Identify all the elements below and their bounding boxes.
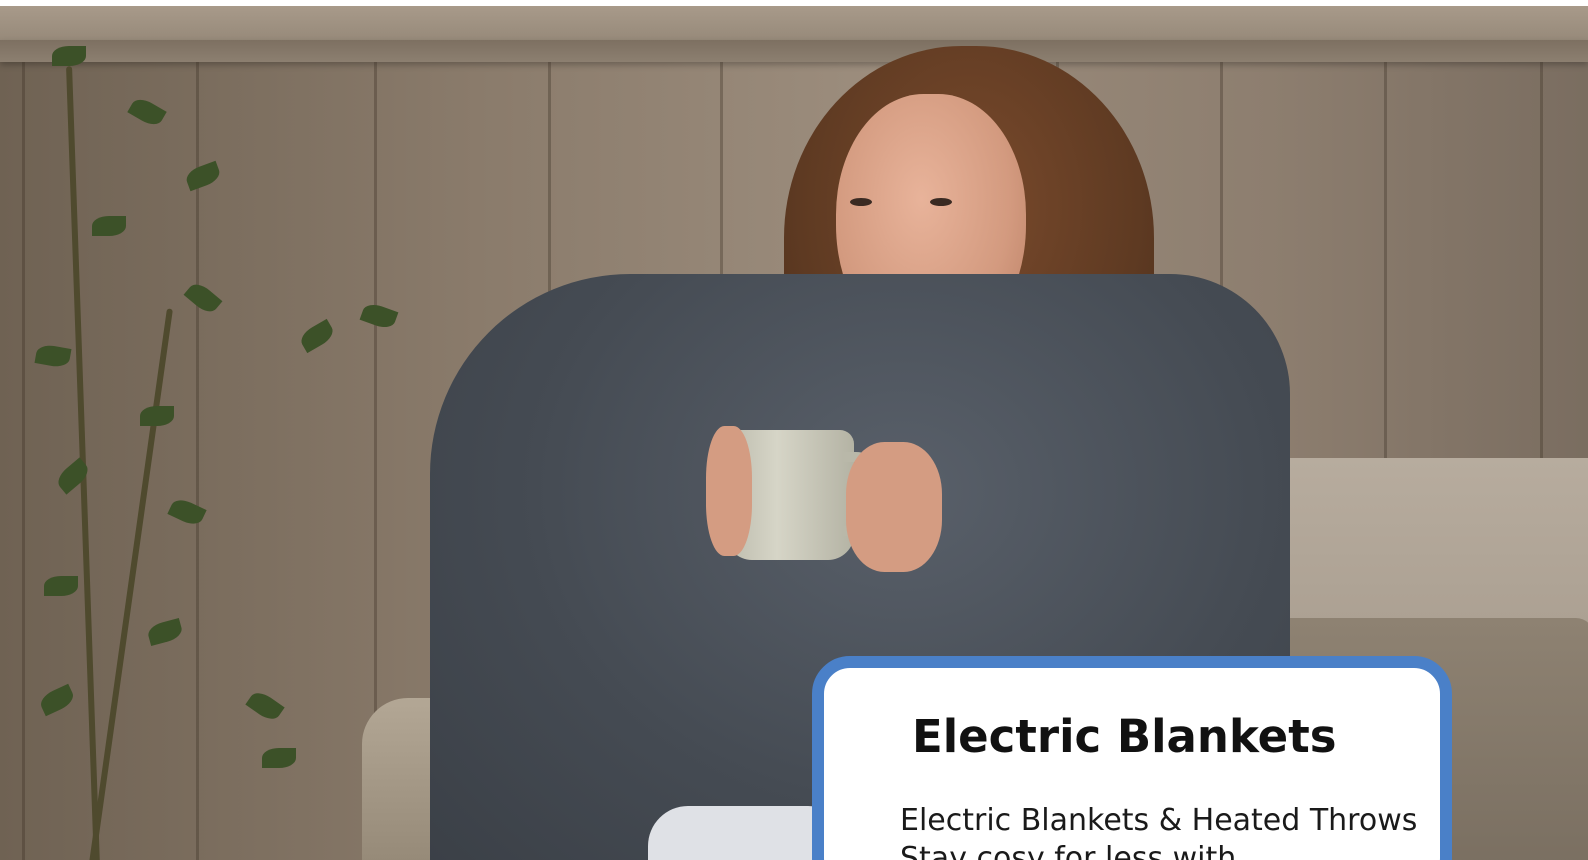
plant-leaf [37,683,77,717]
plant-leaf [44,576,78,596]
person-eye [930,198,952,206]
plant-leaf [145,617,185,647]
person-hand [846,442,942,572]
plant-leaf [183,279,223,317]
plant-leaf [92,216,126,236]
plant-leaf [127,94,167,130]
plant-leaf [140,406,174,426]
person-hand [706,426,752,556]
plant-leaf [297,318,337,354]
person-eye [850,198,872,206]
promo-card-title: Electric Blankets [912,710,1337,763]
plant-leaf [262,748,296,768]
wall-top [0,6,1588,40]
plant-leaf [359,300,399,332]
wall-rail [0,40,1588,62]
page: Electric Blankets Electric Blankets & He… [0,0,1588,860]
plant-leaf [245,688,285,724]
promo-card-description: Electric Blankets & Heated Throws Stay c… [900,803,1418,860]
promo-card[interactable]: Electric Blankets Electric Blankets & He… [812,656,1452,860]
plant-leaf [167,495,207,529]
plant-stem [89,308,173,860]
plant-leaf [52,46,86,66]
wall-panel-line [22,62,25,860]
plant-leaf [183,160,223,192]
plant-leaf [34,343,72,369]
